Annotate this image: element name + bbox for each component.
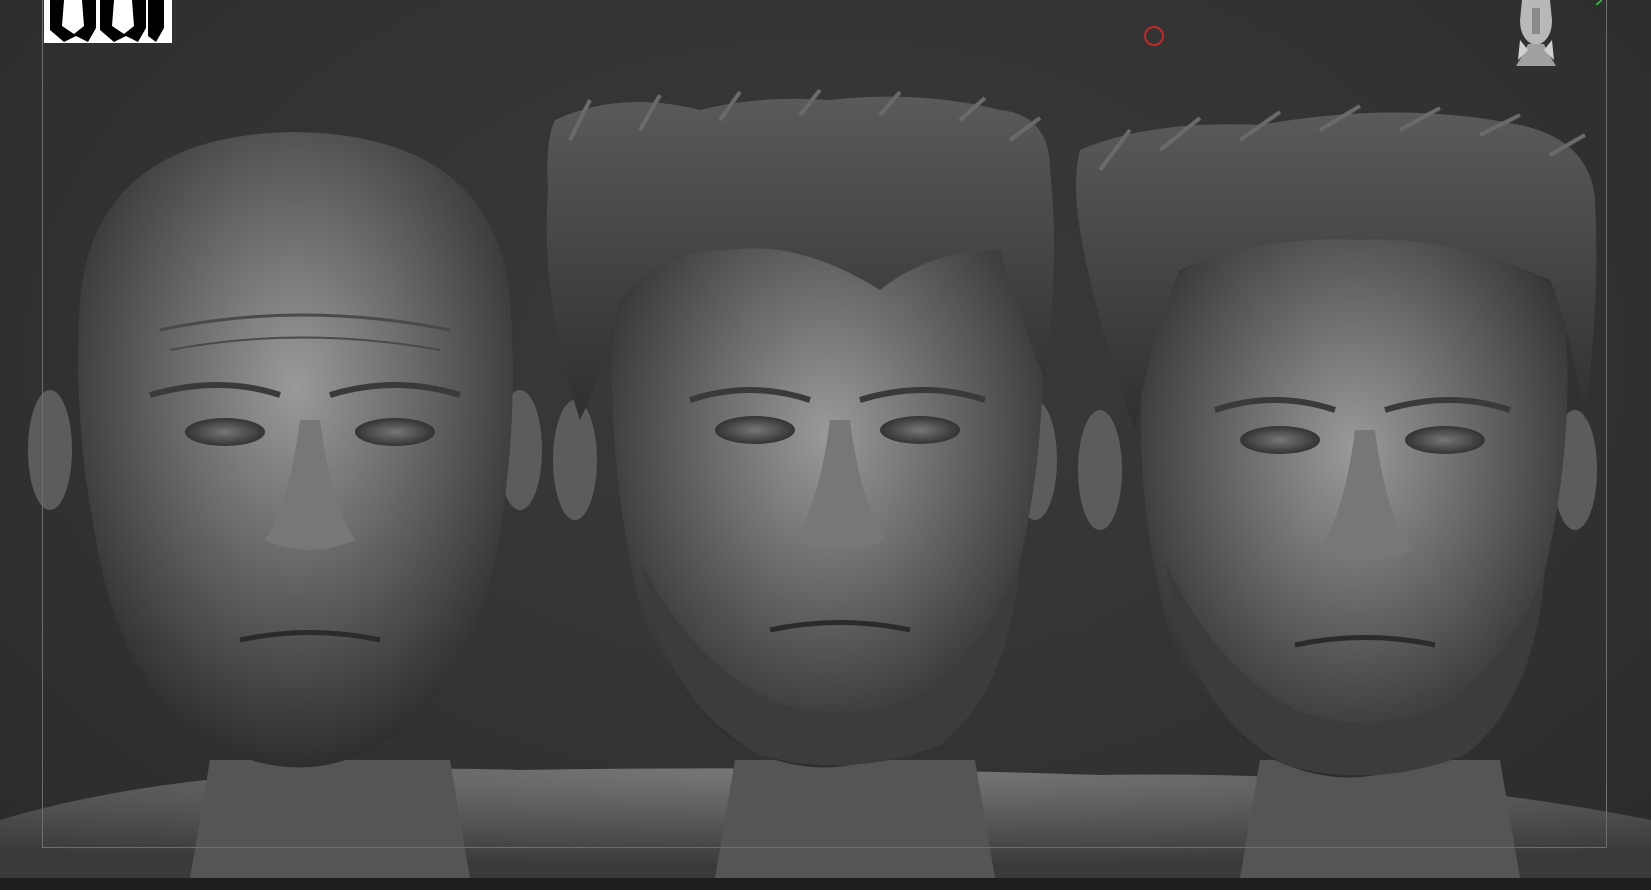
navigation-head-icon[interactable] bbox=[1510, 0, 1562, 68]
bottom-shelf bbox=[0, 878, 1651, 890]
axis-tick-icon bbox=[1596, 0, 1602, 5]
sculpt-viewport[interactable] bbox=[0, 0, 1651, 890]
brush-cursor-ring-icon bbox=[1144, 26, 1164, 46]
canvas-frame bbox=[42, 0, 1607, 848]
studio-logo-icon bbox=[44, 0, 172, 43]
